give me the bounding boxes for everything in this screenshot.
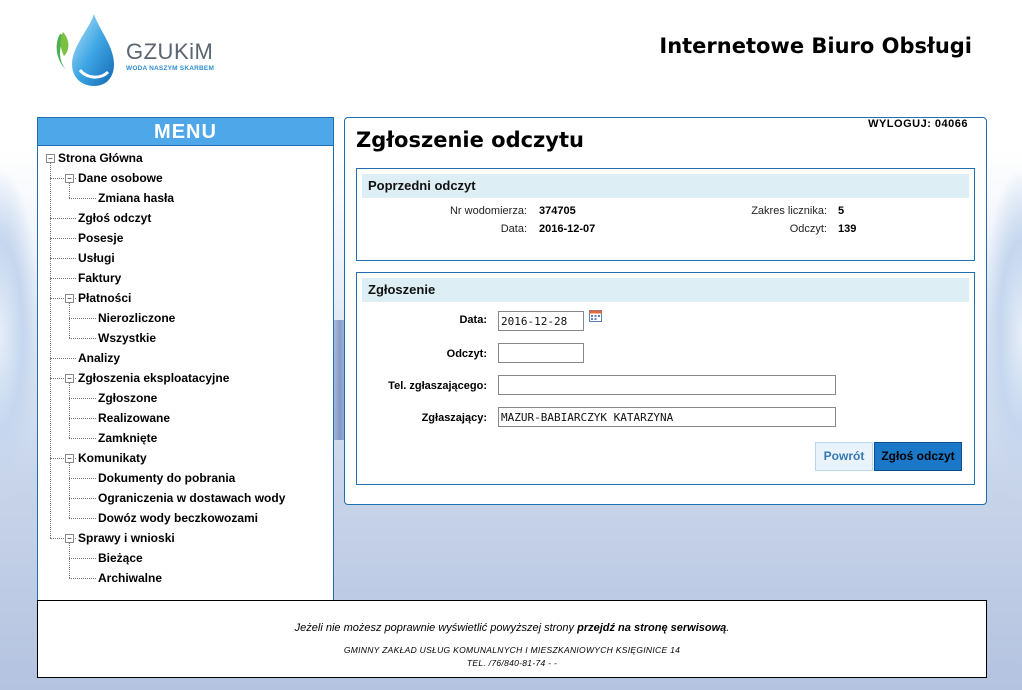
tree-connector [69,398,96,399]
reporter-input[interactable] [498,407,836,427]
menu-item[interactable]: Dokumenty do pobrania [98,468,235,488]
menu-panel: MENU Strona Główna − Dane osobowe − Zmiana h… [37,117,334,601]
tree-connector [50,218,76,219]
date-input[interactable] [498,311,584,331]
menu-item[interactable]: Zamknięte [98,428,157,448]
report-section: Zgłoszenie Data: Odczyt: Tel. zgłaszając… [356,272,975,485]
water-drop-icon [56,14,114,86]
tree-connector [50,258,76,259]
menu-item[interactable]: Komunikaty [78,448,147,468]
previous-reading-value: 139 [838,223,857,235]
menu-item[interactable]: Zgłoś odczyt [78,208,151,228]
submit-reading-button[interactable]: Zgłoś odczyt [874,442,962,471]
tree-connector [69,558,96,559]
menu-item[interactable]: Nierozliczone [98,308,175,328]
phone-input[interactable] [498,375,836,395]
tree-connector [69,338,96,339]
logo-name: GZUKiM [126,39,214,64]
menu-item[interactable]: Wszystkie [98,328,156,348]
phone-label: Tel. zgłaszającego: [388,380,487,392]
tree-connector [69,302,70,338]
back-button[interactable]: Powrót [815,442,873,471]
footer-notice: Jeżeli nie możesz poprawnie wyświetlić p… [38,622,986,634]
menu-item[interactable]: Strona Główna [58,148,143,168]
tree-connector [69,438,96,439]
logout-link[interactable]: WYLOGUJ: 04066 [868,118,968,130]
tree-connector [69,518,96,519]
tree-connector [50,278,76,279]
date-label: Data: [459,314,487,326]
menu-item[interactable]: Sprawy i wnioski [78,528,175,548]
meter-range-label: Zakres licznika: [751,205,827,217]
menu-header: MENU [38,118,333,146]
menu-item[interactable]: Zgłoszone [98,388,157,408]
water-splash-left [0,170,40,500]
previous-date-value: 2016-12-07 [539,223,596,235]
meter-number-label: Nr wodomierza: [449,205,527,217]
menu-item[interactable]: Ograniczenia w dostawach wody [98,488,285,508]
footer-phone: TEL. /76/840-81-74 - - [466,658,558,668]
menu-item[interactable]: Zmiana hasła [98,188,174,208]
previous-date-label: Data: [500,223,527,235]
service-page-link[interactable]: przejdź na stronę serwisową [577,622,726,634]
site-title: Internetowe Biuro Obsługi [659,34,972,58]
menu-item[interactable]: Analizy [78,348,120,368]
water-splash-right [982,170,1022,500]
previous-reading-label: Odczyt: [789,223,827,235]
calendar-icon[interactable] [589,310,602,322]
menu-item[interactable]: Faktury [78,268,121,288]
tree-connector [50,238,76,239]
content-panel: WYLOGUJ: 04066 Zgłoszenie odczytu Poprze… [344,117,987,505]
menu-item[interactable]: Posesje [78,228,123,248]
menu-item[interactable]: Usługi [78,248,115,268]
tree-connector [69,182,70,198]
report-header: Zgłoszenie [362,278,969,302]
tree-connector [69,578,96,579]
menu-item[interactable]: Archiwalne [98,568,162,588]
footer: Jeżeli nie możesz poprawnie wyświetlić p… [37,600,987,678]
tree-connector [69,198,96,199]
footer-notice-text: Jeżeli nie możesz poprawnie wyświetlić p… [294,622,578,634]
menu-item[interactable]: Realizowane [98,408,170,428]
tree-connector [69,318,96,319]
tree-connector [69,382,70,438]
footer-company: GMINNY ZAKŁAD USŁUG KOMUNALNYCH I MIESZK… [343,645,681,655]
logo-tagline: WODA NASZYM SKARBEM [126,65,215,72]
menu-item[interactable]: Bieżące [98,548,143,568]
menu-item[interactable]: Dane osobowe [78,168,163,188]
tree-connector [69,542,70,578]
reading-input[interactable] [498,343,584,363]
meter-number-value: 374705 [539,205,576,217]
tree-connector [69,478,96,479]
reporter-label: Zgłaszający: [421,412,487,424]
tree-connector [50,358,76,359]
meter-range-value: 5 [838,205,845,217]
footer-notice-end: . [726,622,730,634]
logo[interactable]: GZUKiM WODA NASZYM SKARBEM [50,12,220,88]
tree-connector [69,462,70,518]
menu-item[interactable]: Zgłoszenia eksploatacyjne [78,368,229,388]
previous-reading-header: Poprzedni odczyt [362,174,969,198]
tree-connector [69,498,96,499]
tree-connector [69,418,96,419]
previous-reading-section: Poprzedni odczyt Nr wodomierza: 374705 D… [356,168,975,261]
page-title: Zgłoszenie odczytu [356,128,584,152]
reading-label: Odczyt: [446,348,487,360]
menu-item[interactable]: Dowóz wody beczkowozami [98,508,258,528]
menu-item[interactable]: Płatności [78,288,131,308]
